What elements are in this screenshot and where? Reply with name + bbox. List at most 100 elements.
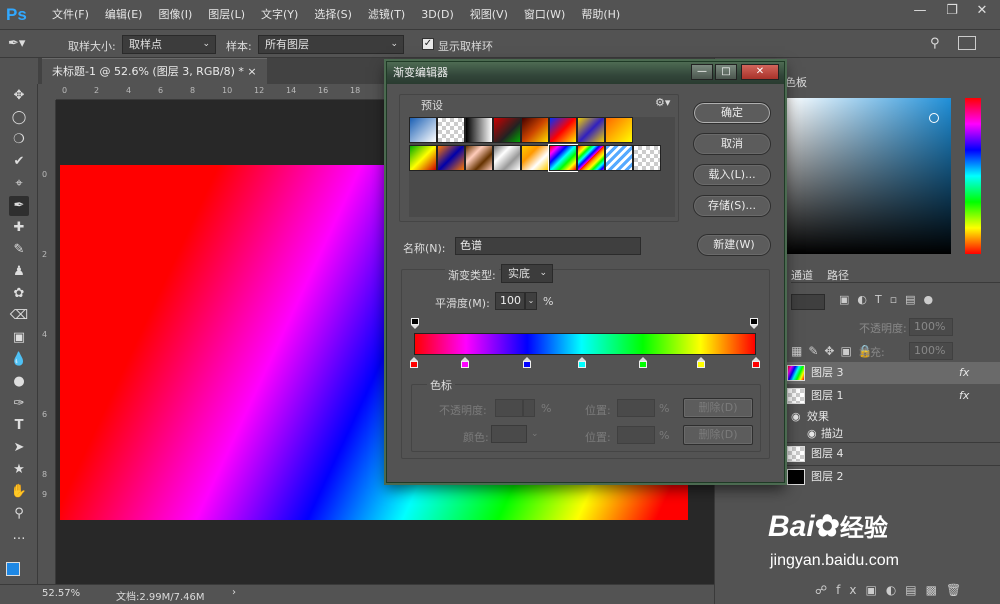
- opacity-field[interactable]: 100%: [909, 318, 953, 336]
- minimize-icon[interactable]: —: [906, 0, 934, 22]
- healing-tool-icon[interactable]: ✚: [9, 218, 29, 238]
- more-tools-icon[interactable]: …: [9, 526, 29, 546]
- fill-field[interactable]: 100%: [909, 342, 953, 360]
- menu-file[interactable]: 文件(F): [44, 0, 97, 30]
- menu-view[interactable]: 视图(V): [462, 0, 516, 30]
- eraser-tool-icon[interactable]: ⌫: [9, 306, 29, 326]
- preset-swatch[interactable]: [605, 117, 633, 143]
- preset-swatch[interactable]: [437, 145, 465, 171]
- layer-filter-icons[interactable]: ▣◐T▫▤●: [839, 293, 941, 306]
- color-picker-cursor[interactable]: [929, 113, 939, 123]
- preset-swatch-spectrum[interactable]: [548, 144, 578, 172]
- color-stop[interactable]: [639, 357, 648, 368]
- preset-swatch[interactable]: [549, 117, 577, 143]
- move-tool-icon[interactable]: ✥: [9, 86, 29, 106]
- dialog-titlebar[interactable]: 渐变编辑器 — □ ✕: [387, 62, 784, 84]
- brush-tool-icon[interactable]: ✎: [9, 240, 29, 260]
- lasso-tool-icon[interactable]: ❍: [9, 130, 29, 150]
- save-button[interactable]: 存储(S)...: [693, 195, 771, 217]
- color-stop[interactable]: [752, 357, 761, 368]
- sample-size-select[interactable]: 取样点 ⌄: [122, 35, 216, 54]
- tab-channels[interactable]: 通道: [791, 267, 813, 283]
- minimize-icon[interactable]: —: [691, 64, 713, 80]
- preset-swatch[interactable]: [577, 117, 605, 143]
- gradient-type-select[interactable]: 实底 ⌄: [501, 264, 553, 283]
- zoom-level[interactable]: 52.57%: [42, 588, 80, 599]
- preset-swatch[interactable]: [409, 145, 437, 171]
- tab-swatches[interactable]: 色板: [785, 74, 807, 92]
- name-input[interactable]: 色谱: [455, 237, 641, 255]
- menu-select[interactable]: 选择(S): [306, 0, 360, 30]
- blur-tool-icon[interactable]: 💧: [9, 350, 29, 370]
- color-stops-track[interactable]: [410, 357, 760, 369]
- new-button[interactable]: 新建(W): [697, 234, 771, 256]
- preset-swatch[interactable]: [409, 117, 437, 143]
- preset-swatch[interactable]: [605, 145, 633, 171]
- preset-swatch[interactable]: [521, 145, 549, 171]
- menu-window[interactable]: 窗口(W): [516, 0, 573, 30]
- foreground-color-swatch[interactable]: [6, 562, 20, 576]
- ok-button[interactable]: 确定: [693, 102, 771, 124]
- preset-swatch[interactable]: [633, 145, 661, 171]
- close-icon[interactable]: ✕: [741, 64, 779, 80]
- menu-edit[interactable]: 编辑(E): [97, 0, 151, 30]
- eyedropper-preset-icon[interactable]: ✒▾: [8, 36, 42, 54]
- color-stop[interactable]: [522, 357, 532, 368]
- menu-3d[interactable]: 3D(D): [413, 0, 462, 30]
- tab-paths[interactable]: 路径: [827, 267, 849, 283]
- layer-filter-select[interactable]: [791, 294, 825, 310]
- marquee-tool-icon[interactable]: ◯: [9, 108, 29, 128]
- cancel-button[interactable]: 取消: [693, 133, 771, 155]
- opacity-stop-right[interactable]: [750, 318, 759, 329]
- color-stop[interactable]: [697, 357, 706, 368]
- path-select-tool-icon[interactable]: ➤: [9, 438, 29, 458]
- color-stop[interactable]: [577, 357, 587, 368]
- crop-tool-icon[interactable]: ⌖: [9, 174, 29, 194]
- menu-layer[interactable]: 图层(L): [200, 0, 253, 30]
- preset-swatch[interactable]: [493, 117, 521, 143]
- gradient-preview-bar[interactable]: [414, 333, 756, 355]
- fx-badge[interactable]: fx: [959, 385, 969, 407]
- menu-image[interactable]: 图像(I): [150, 0, 200, 30]
- show-ring-checkbox[interactable]: ✓: [422, 38, 434, 50]
- type-tool-icon[interactable]: T: [9, 416, 29, 436]
- gradient-tool-icon[interactable]: ▣: [9, 328, 29, 348]
- preset-swatch[interactable]: [465, 117, 493, 143]
- color-stop[interactable]: [461, 357, 470, 368]
- smoothness-input[interactable]: 100: [495, 292, 525, 310]
- quick-select-tool-icon[interactable]: ✔: [9, 152, 29, 172]
- color-picker-field[interactable]: [787, 98, 951, 254]
- stamp-tool-icon[interactable]: ♟: [9, 262, 29, 282]
- eyedropper-tool-icon[interactable]: ✒: [9, 196, 29, 216]
- sample-select[interactable]: 所有图层 ⌄: [258, 35, 404, 54]
- pen-tool-icon[interactable]: ✑: [9, 394, 29, 414]
- load-button[interactable]: 载入(L)...: [693, 164, 771, 186]
- preset-swatch[interactable]: [493, 145, 521, 171]
- hue-slider[interactable]: [965, 98, 981, 254]
- restore-icon[interactable]: ❐: [938, 0, 966, 22]
- close-tab-icon[interactable]: ×: [247, 65, 256, 78]
- menu-filter[interactable]: 滤镜(T): [360, 0, 413, 30]
- chevron-right-icon[interactable]: ›: [232, 587, 236, 598]
- layer-actions[interactable]: ☍fx▣◐▤▩🗑: [815, 583, 970, 597]
- gear-icon[interactable]: ⚙▾: [655, 96, 670, 109]
- preset-swatch[interactable]: [577, 145, 605, 171]
- menu-type[interactable]: 文字(Y): [253, 0, 306, 30]
- color-stop[interactable]: [410, 357, 419, 368]
- hand-tool-icon[interactable]: ✋: [9, 482, 29, 502]
- search-icon[interactable]: ⚲: [930, 36, 940, 51]
- fx-badge[interactable]: fx: [959, 362, 969, 384]
- preset-swatch[interactable]: [437, 117, 465, 143]
- preset-swatch[interactable]: [465, 145, 493, 171]
- close-icon[interactable]: ✕: [968, 0, 996, 22]
- history-brush-tool-icon[interactable]: ✿: [9, 284, 29, 304]
- opacity-stop-left[interactable]: [411, 318, 420, 329]
- dodge-tool-icon[interactable]: ●: [9, 372, 29, 392]
- zoom-tool-icon[interactable]: ⚲: [9, 504, 29, 524]
- document-tab[interactable]: 未标题-1 @ 52.6% (图层 3, RGB/8) * ×: [42, 58, 267, 84]
- maximize-icon[interactable]: □: [715, 64, 737, 80]
- workspace-icon[interactable]: [958, 36, 976, 50]
- menu-help[interactable]: 帮助(H): [573, 0, 628, 30]
- preset-swatch[interactable]: [521, 117, 549, 143]
- shape-tool-icon[interactable]: ★: [9, 460, 29, 480]
